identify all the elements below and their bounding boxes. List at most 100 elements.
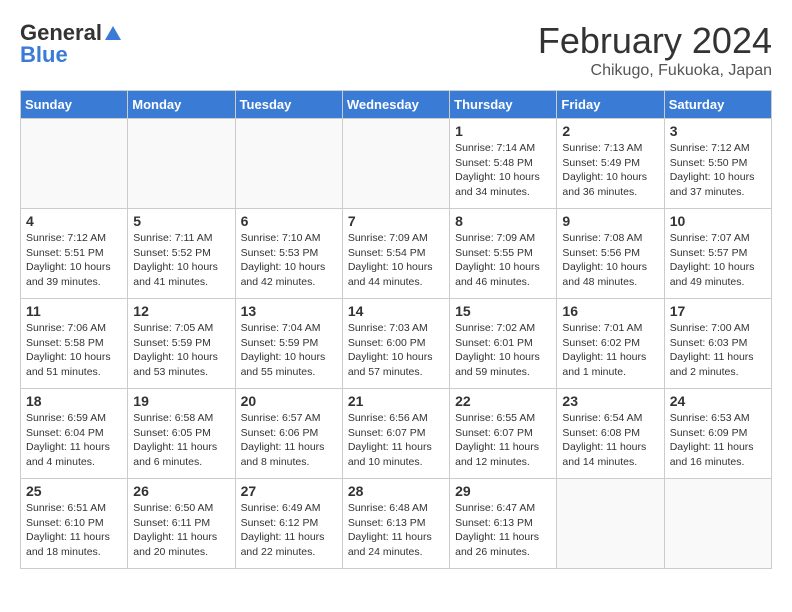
logo-icon: [104, 24, 122, 42]
calendar-cell: 15 Sunrise: 7:02 AM Sunset: 6:01 PM Dayli…: [450, 299, 557, 389]
day-number: 13: [241, 303, 337, 319]
calendar-cell: 2Sunrise: 7:13 AM Sunset: 5:49 PM Daylig…: [557, 119, 664, 209]
calendar-cell: 29Sunrise: 6:47 AM Sunset: 6:13 PM Dayli…: [450, 479, 557, 569]
calendar-header-saturday: Saturday: [664, 91, 771, 119]
day-info: Sunrise: 7:12 AM Sunset: 5:50 PM Dayligh…: [670, 141, 766, 200]
day-info: Sunrise: 6:58 AM Sunset: 6:05 PM Dayligh…: [133, 411, 229, 470]
calendar-cell: [557, 479, 664, 569]
calendar-cell: [342, 119, 449, 209]
calendar-cell: 25Sunrise: 6:51 AM Sunset: 6:10 PM Dayli…: [21, 479, 128, 569]
calendar-header-friday: Friday: [557, 91, 664, 119]
day-info: Sunrise: 7:11 AM Sunset: 5:52 PM Dayligh…: [133, 231, 229, 290]
day-number: 12: [133, 303, 229, 319]
calendar-cell: 22Sunrise: 6:55 AM Sunset: 6:07 PM Dayli…: [450, 389, 557, 479]
calendar-cell: 9 Sunrise: 7:08 AM Sunset: 5:56 PM Daylig…: [557, 209, 664, 299]
day-number: 6: [241, 213, 337, 229]
day-number: 10: [670, 213, 766, 229]
calendar-cell: [128, 119, 235, 209]
day-info: Sunrise: 7:10 AM Sunset: 5:53 PM Dayligh…: [241, 231, 337, 290]
day-number: 24: [670, 393, 766, 409]
calendar-cell: 7 Sunrise: 7:09 AM Sunset: 5:54 PM Daylig…: [342, 209, 449, 299]
day-number: 28: [348, 483, 444, 499]
calendar-cell: 10 Sunrise: 7:07 AM Sunset: 5:57 PM Dayli…: [664, 209, 771, 299]
calendar-cell: 12 Sunrise: 7:05 AM Sunset: 5:59 PM Dayli…: [128, 299, 235, 389]
day-number: 27: [241, 483, 337, 499]
day-number: 18: [26, 393, 122, 409]
day-number: 5: [133, 213, 229, 229]
day-number: 21: [348, 393, 444, 409]
calendar-week-1: 1Sunrise: 7:14 AM Sunset: 5:48 PM Daylig…: [21, 119, 772, 209]
day-info: Sunrise: 7:00 AM Sunset: 6:03 PM Dayligh…: [670, 321, 766, 380]
calendar-cell: 23 Sunrise: 6:54 AM Sunset: 6:08 PM Dayli…: [557, 389, 664, 479]
logo: General Blue: [20, 20, 122, 68]
day-number: 4: [26, 213, 122, 229]
month-title: February 2024: [538, 20, 772, 62]
day-number: 9: [562, 213, 658, 229]
calendar-cell: 1Sunrise: 7:14 AM Sunset: 5:48 PM Daylig…: [450, 119, 557, 209]
calendar-cell: 3 Sunrise: 7:12 AM Sunset: 5:50 PM Daylig…: [664, 119, 771, 209]
calendar-header-row: SundayMondayTuesdayWednesdayThursdayFrid…: [21, 91, 772, 119]
day-number: 19: [133, 393, 229, 409]
logo-blue: Blue: [20, 42, 68, 68]
day-info: Sunrise: 6:57 AM Sunset: 6:06 PM Dayligh…: [241, 411, 337, 470]
day-info: Sunrise: 7:09 AM Sunset: 5:55 PM Dayligh…: [455, 231, 551, 290]
day-number: 16: [562, 303, 658, 319]
day-info: Sunrise: 7:07 AM Sunset: 5:57 PM Dayligh…: [670, 231, 766, 290]
calendar-cell: 16Sunrise: 7:01 AM Sunset: 6:02 PM Dayli…: [557, 299, 664, 389]
day-info: Sunrise: 6:59 AM Sunset: 6:04 PM Dayligh…: [26, 411, 122, 470]
calendar-cell: 5 Sunrise: 7:11 AM Sunset: 5:52 PM Daylig…: [128, 209, 235, 299]
calendar-cell: 24 Sunrise: 6:53 AM Sunset: 6:09 PM Dayli…: [664, 389, 771, 479]
day-info: Sunrise: 7:09 AM Sunset: 5:54 PM Dayligh…: [348, 231, 444, 290]
calendar-cell: [235, 119, 342, 209]
day-number: 26: [133, 483, 229, 499]
day-number: 11: [26, 303, 122, 319]
day-info: Sunrise: 6:47 AM Sunset: 6:13 PM Dayligh…: [455, 501, 551, 560]
day-number: 23: [562, 393, 658, 409]
day-number: 8: [455, 213, 551, 229]
day-info: Sunrise: 6:50 AM Sunset: 6:11 PM Dayligh…: [133, 501, 229, 560]
day-info: Sunrise: 7:04 AM Sunset: 5:59 PM Dayligh…: [241, 321, 337, 380]
calendar-header-sunday: Sunday: [21, 91, 128, 119]
day-info: Sunrise: 7:06 AM Sunset: 5:58 PM Dayligh…: [26, 321, 122, 380]
day-info: Sunrise: 6:54 AM Sunset: 6:08 PM Dayligh…: [562, 411, 658, 470]
calendar-cell: 8 Sunrise: 7:09 AM Sunset: 5:55 PM Daylig…: [450, 209, 557, 299]
day-number: 17: [670, 303, 766, 319]
calendar-cell: 19 Sunrise: 6:58 AM Sunset: 6:05 PM Dayli…: [128, 389, 235, 479]
calendar-week-5: 25Sunrise: 6:51 AM Sunset: 6:10 PM Dayli…: [21, 479, 772, 569]
title-area: February 2024 Chikugo, Fukuoka, Japan: [538, 20, 772, 80]
calendar-week-2: 4 Sunrise: 7:12 AM Sunset: 5:51 PM Daylig…: [21, 209, 772, 299]
calendar-cell: 26 Sunrise: 6:50 AM Sunset: 6:11 PM Dayli…: [128, 479, 235, 569]
day-info: Sunrise: 6:53 AM Sunset: 6:09 PM Dayligh…: [670, 411, 766, 470]
calendar-table: SundayMondayTuesdayWednesdayThursdayFrid…: [20, 90, 772, 569]
calendar-cell: 13 Sunrise: 7:04 AM Sunset: 5:59 PM Dayli…: [235, 299, 342, 389]
day-number: 14: [348, 303, 444, 319]
calendar-header-monday: Monday: [128, 91, 235, 119]
day-info: Sunrise: 7:13 AM Sunset: 5:49 PM Dayligh…: [562, 141, 658, 200]
calendar-cell: 6 Sunrise: 7:10 AM Sunset: 5:53 PM Daylig…: [235, 209, 342, 299]
calendar-cell: 4 Sunrise: 7:12 AM Sunset: 5:51 PM Daylig…: [21, 209, 128, 299]
day-info: Sunrise: 6:55 AM Sunset: 6:07 PM Dayligh…: [455, 411, 551, 470]
day-number: 7: [348, 213, 444, 229]
day-number: 15: [455, 303, 551, 319]
day-number: 20: [241, 393, 337, 409]
day-info: Sunrise: 7:05 AM Sunset: 5:59 PM Dayligh…: [133, 321, 229, 380]
day-number: 25: [26, 483, 122, 499]
calendar-cell: 20 Sunrise: 6:57 AM Sunset: 6:06 PM Dayli…: [235, 389, 342, 479]
calendar-week-4: 18 Sunrise: 6:59 AM Sunset: 6:04 PM Dayli…: [21, 389, 772, 479]
calendar-cell: 28Sunrise: 6:48 AM Sunset: 6:13 PM Dayli…: [342, 479, 449, 569]
calendar-cell: 11 Sunrise: 7:06 AM Sunset: 5:58 PM Dayli…: [21, 299, 128, 389]
day-info: Sunrise: 7:12 AM Sunset: 5:51 PM Dayligh…: [26, 231, 122, 290]
calendar-week-3: 11 Sunrise: 7:06 AM Sunset: 5:58 PM Dayli…: [21, 299, 772, 389]
calendar-cell: 21 Sunrise: 6:56 AM Sunset: 6:07 PM Dayli…: [342, 389, 449, 479]
day-number: 1: [455, 123, 551, 139]
day-info: Sunrise: 6:56 AM Sunset: 6:07 PM Dayligh…: [348, 411, 444, 470]
header: General Blue February 2024 Chikugo, Fuku…: [20, 20, 772, 80]
location-title: Chikugo, Fukuoka, Japan: [538, 62, 772, 80]
day-info: Sunrise: 7:03 AM Sunset: 6:00 PM Dayligh…: [348, 321, 444, 380]
day-info: Sunrise: 7:02 AM Sunset: 6:01 PM Dayligh…: [455, 321, 551, 380]
day-info: Sunrise: 7:08 AM Sunset: 5:56 PM Dayligh…: [562, 231, 658, 290]
calendar-cell: 14 Sunrise: 7:03 AM Sunset: 6:00 PM Dayli…: [342, 299, 449, 389]
day-number: 3: [670, 123, 766, 139]
calendar-cell: 27Sunrise: 6:49 AM Sunset: 6:12 PM Dayli…: [235, 479, 342, 569]
calendar-header-wednesday: Wednesday: [342, 91, 449, 119]
